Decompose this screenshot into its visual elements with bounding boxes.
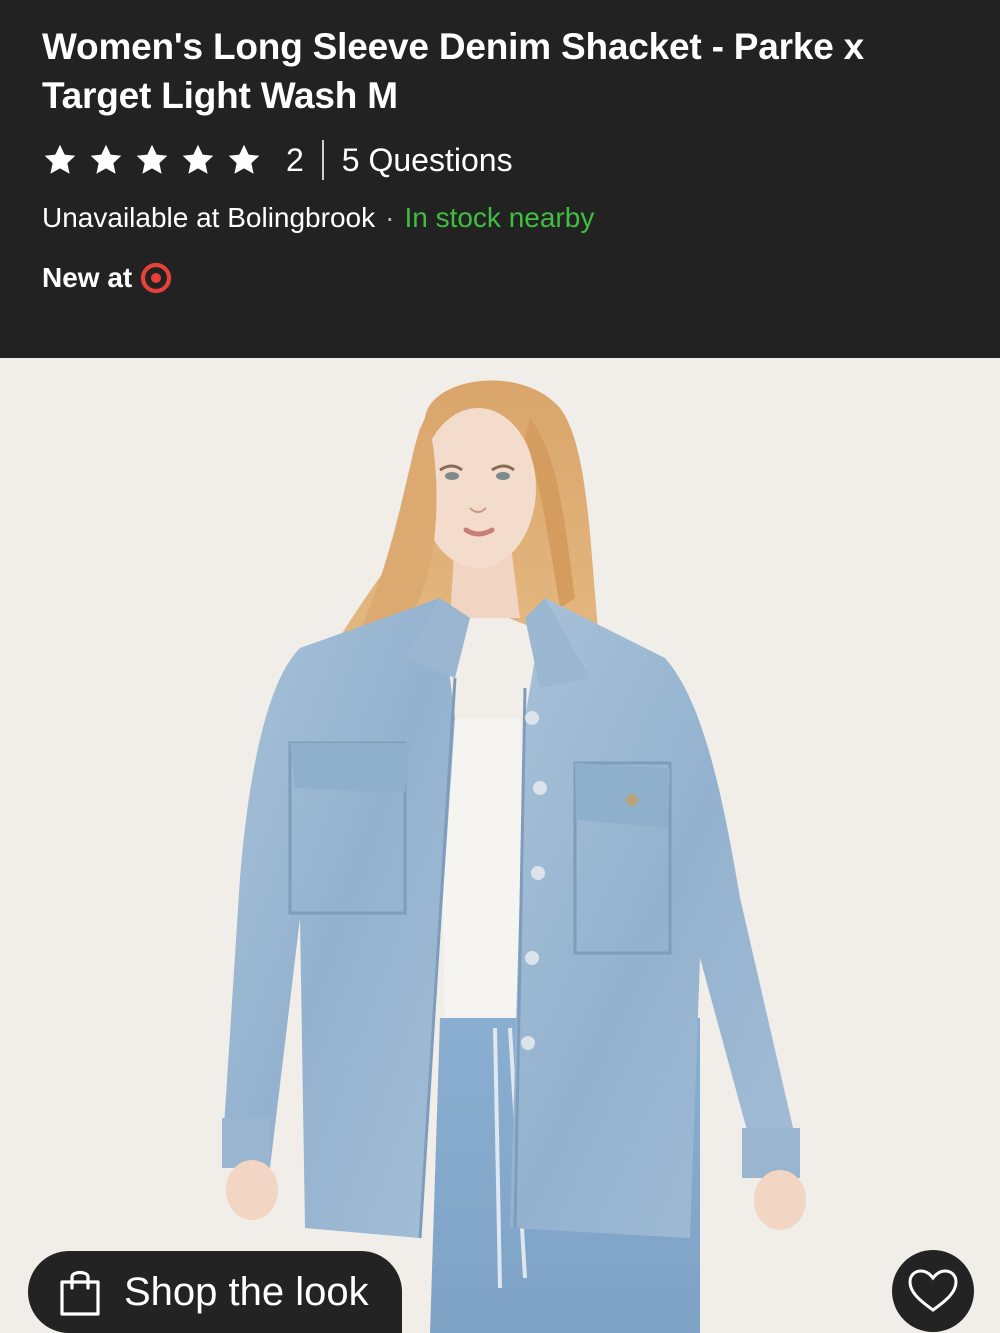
new-at-label: New at bbox=[42, 262, 133, 293]
availability-row: Unavailable at Bolingbrook · In stock ne… bbox=[42, 202, 594, 234]
star-icon bbox=[180, 142, 216, 178]
favorite-button[interactable] bbox=[892, 1250, 974, 1332]
star-icon bbox=[42, 142, 78, 178]
product-image[interactable] bbox=[0, 358, 1000, 1333]
star-icon bbox=[226, 142, 262, 178]
in-stock-nearby-link[interactable]: In stock nearby bbox=[404, 202, 594, 234]
shop-the-look-label: Shop the look bbox=[124, 1269, 369, 1314]
store-status: Unavailable at Bolingbrook bbox=[42, 202, 376, 233]
shop-the-look-button[interactable]: Shop the look bbox=[28, 1251, 402, 1333]
divider bbox=[321, 140, 324, 180]
heart-icon bbox=[907, 1268, 959, 1314]
target-logo-icon bbox=[140, 262, 172, 294]
product-title: Women's Long Sleeve Denim Shacket - Park… bbox=[42, 26, 865, 116]
rating-row: 2 5 Questions bbox=[42, 140, 513, 180]
review-count-link[interactable]: 2 bbox=[286, 142, 304, 179]
star-icon bbox=[134, 142, 170, 178]
star-icon bbox=[88, 142, 124, 178]
separator: · bbox=[385, 202, 395, 233]
shopping-bag-icon bbox=[58, 1266, 102, 1318]
questions-link[interactable]: 5 Questions bbox=[342, 142, 513, 179]
star-rating[interactable] bbox=[42, 142, 272, 178]
product-header: Women's Long Sleeve Denim Shacket - Park… bbox=[0, 0, 1000, 358]
model-illustration bbox=[222, 380, 806, 1333]
new-at-badge: New at bbox=[42, 262, 172, 294]
